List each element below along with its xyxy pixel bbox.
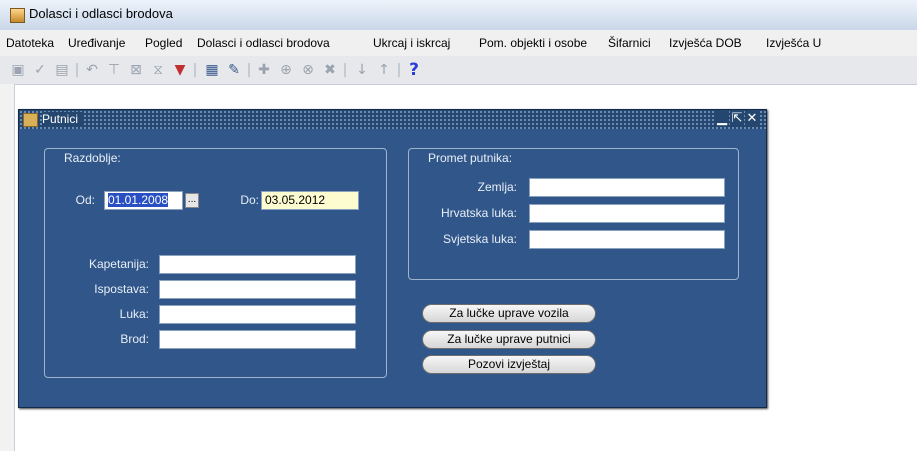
menu-pogled[interactable]: Pogled — [145, 36, 182, 50]
toolbar-separator: | — [396, 62, 402, 78]
next-record-icon[interactable]: ↓ — [354, 62, 370, 78]
menu-datoteka[interactable]: Datoteka — [6, 36, 54, 50]
zemlja-label: Zemlja: — [477, 180, 517, 194]
menu-izvjesca-dob[interactable]: Izvješća DOB — [669, 36, 742, 50]
brod-label: Brod: — [120, 332, 149, 346]
menu-ukrcaj-iskrcaj[interactable]: Ukrcaj i iskrcaj — [373, 36, 450, 50]
toolbar-separator: | — [342, 62, 348, 78]
save-icon[interactable]: ▣ — [10, 62, 26, 78]
promet-putnika-label: Promet putnika: — [428, 151, 513, 165]
putnici-window: Putnici ▁ ⇱ ✕ Razdoblje: Od: 01.01.2008 … — [18, 109, 767, 408]
query-icon[interactable]: ⧖ — [150, 62, 166, 78]
block-icon[interactable]: ▦ — [204, 62, 220, 78]
za-lucke-uprave-putnici-button[interactable]: Za lučke uprave putnici — [422, 330, 596, 349]
duplicate-record-icon[interactable]: ⊕ — [278, 62, 294, 78]
close-icon[interactable]: ✕ — [745, 111, 759, 127]
hrvatska-luka-label: Hrvatska luka: — [440, 206, 517, 220]
delete-record-icon[interactable]: ✖ — [322, 62, 338, 78]
luka-label: Luka: — [119, 307, 149, 321]
putnici-window-titlebar[interactable]: Putnici ▁ ⇱ ✕ — [19, 110, 766, 129]
insert-record-icon[interactable]: ✚ — [256, 62, 272, 78]
help-icon[interactable]: ? — [406, 62, 422, 79]
menu-sifarnici[interactable]: Šifarnici — [608, 36, 651, 50]
luka-field[interactable] — [159, 305, 356, 324]
do-date-field[interactable]: 03.05.2012 — [261, 191, 359, 210]
clear-filter-icon[interactable]: ⊠ — [128, 62, 144, 78]
zemlja-field[interactable] — [529, 178, 725, 197]
od-lov-button[interactable]: ... — [185, 193, 199, 208]
kapetanija-field[interactable] — [159, 255, 356, 274]
filter-icon[interactable]: ⊤ — [106, 62, 122, 78]
lock-record-icon[interactable]: ⊗ — [300, 62, 316, 78]
ispostava-label: Ispostava: — [94, 282, 149, 296]
maximize-icon[interactable]: ⇱ — [730, 111, 744, 127]
edit-icon[interactable]: ✎ — [226, 62, 242, 78]
toolbar-separator: | — [192, 62, 198, 78]
print-icon[interactable]: ▤ — [54, 62, 70, 78]
previous-record-icon[interactable]: ↑ — [376, 62, 392, 78]
menu-bar: Datoteka Uređivanje Pogled Dolasci i odl… — [0, 30, 917, 56]
ispostava-field[interactable] — [159, 280, 356, 299]
brod-field[interactable] — [159, 330, 356, 349]
undo-icon[interactable]: ↶ — [84, 62, 100, 78]
minimize-icon[interactable]: ▁ — [715, 111, 729, 127]
window-title: Dolasci i odlasci brodova — [29, 6, 173, 21]
window-titlebar: Dolasci i odlasci brodova — [0, 0, 917, 31]
putnici-window-title: Putnici — [42, 112, 83, 126]
execute-query-icon[interactable]: ▼ — [172, 62, 188, 78]
toolbar-separator: | — [246, 62, 252, 78]
hrvatska-luka-field[interactable] — [529, 204, 725, 223]
od-date-field[interactable]: 01.01.2008 — [104, 191, 183, 210]
razdoblje-label: Razdoblje: — [64, 151, 121, 165]
toolbar: ▣ ✓ ▤ | ↶ ⊤ ⊠ ⧖ ▼ | ▦ ✎ | ✚ ⊕ ⊗ ✖ | ↓ ↑ … — [0, 56, 917, 85]
svjetska-luka-label: Svjetska luka: — [442, 232, 517, 246]
do-label: Do: — [240, 193, 259, 207]
za-lucke-uprave-vozila-button[interactable]: Za lučke uprave vozila — [422, 304, 596, 323]
app-icon — [10, 8, 25, 23]
od-label: Od: — [75, 193, 95, 207]
menu-dolasci-odlasci[interactable]: Dolasci i odlasci brodova — [197, 36, 330, 50]
form-icon — [23, 113, 38, 127]
svjetska-luka-field[interactable] — [529, 230, 725, 249]
pozovi-izvjestaj-button[interactable]: Pozovi izvještaj — [422, 355, 596, 374]
menu-uredivanje[interactable]: Uređivanje — [68, 36, 125, 50]
menu-pom-objekti[interactable]: Pom. objekti i osobe — [479, 36, 587, 50]
mdi-left-border — [0, 84, 15, 451]
menu-izvjesca-u[interactable]: Izvješća U — [766, 36, 821, 50]
accept-icon[interactable]: ✓ — [32, 62, 48, 78]
toolbar-separator: | — [74, 62, 80, 78]
kapetanija-label: Kapetanija: — [88, 257, 149, 271]
